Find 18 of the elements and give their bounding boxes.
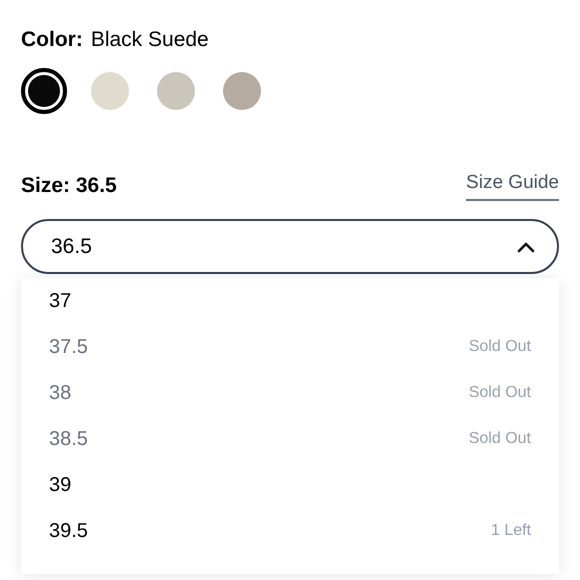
color-label: Color: [21, 27, 83, 53]
stock-note: Sold Out [468, 383, 531, 403]
stock-note: Sold Out [468, 429, 531, 449]
size-guide-link[interactable]: Size Guide [466, 168, 559, 201]
size-option[interactable]: 38 Sold Out [21, 370, 559, 416]
size-option[interactable]: 37.5 Sold Out [21, 324, 559, 370]
size-label: Size: 36.5 [21, 172, 117, 198]
stock-note: Sold Out [468, 337, 531, 357]
stock-note: 1 Left [490, 521, 531, 541]
color-value: Black Suede [90, 27, 209, 53]
chevron-up-icon [517, 240, 535, 252]
size-option[interactable]: 38.5 Sold Out [21, 416, 559, 462]
size-option[interactable]: 39 [21, 462, 559, 508]
size-option[interactable]: 37 [21, 278, 559, 324]
color-swatch[interactable] [21, 68, 67, 114]
size-option[interactable]: 39.5 1 Left [21, 508, 559, 554]
selected-size: 36.5 [51, 234, 92, 260]
size-select[interactable]: 36.5 [21, 219, 559, 274]
